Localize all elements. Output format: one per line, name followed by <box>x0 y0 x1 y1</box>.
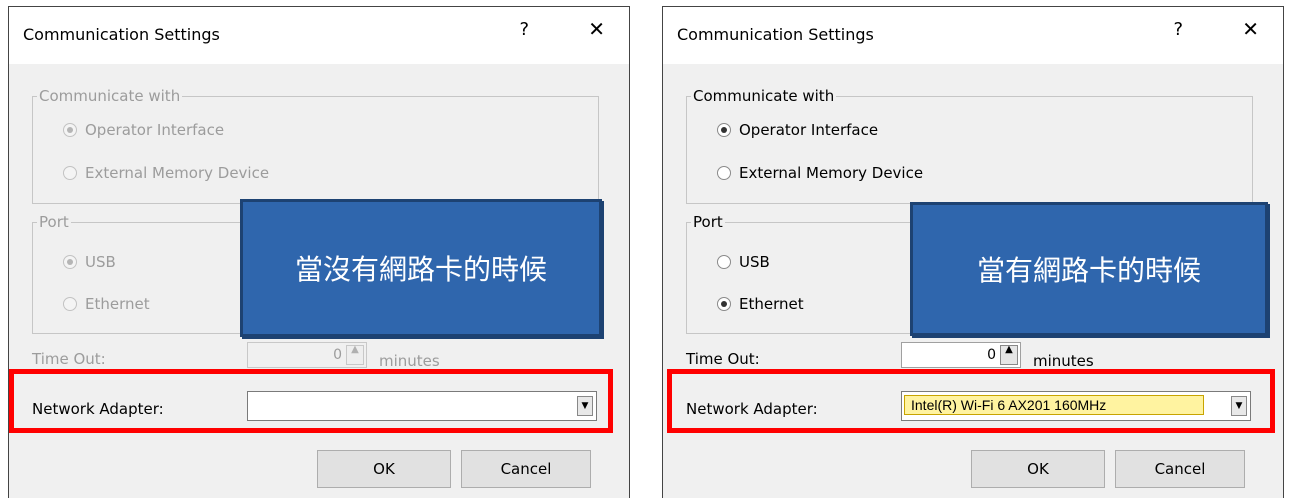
cancel-button[interactable]: Cancel <box>461 450 591 488</box>
timeout-spinner[interactable]: 0 ▲ <box>247 342 367 368</box>
timeout-spinner[interactable]: 0 ▲ <box>901 342 1021 368</box>
dialog-title: Communication Settings <box>677 25 874 44</box>
radio-usb[interactable]: USB <box>717 253 770 271</box>
radio-label: USB <box>739 253 770 271</box>
highlight-box <box>9 369 613 433</box>
cancel-button[interactable]: Cancel <box>1115 450 1245 488</box>
radio-external-memory-device[interactable]: External Memory Device <box>717 164 923 182</box>
help-icon[interactable]: ? <box>1173 19 1183 40</box>
radio-on-icon <box>63 255 77 269</box>
close-icon[interactable]: ✕ <box>1242 17 1259 41</box>
radio-label: USB <box>85 253 116 271</box>
radio-external-memory-device[interactable]: External Memory Device <box>63 164 269 182</box>
spin-up-icon[interactable]: ▲ <box>346 345 364 365</box>
communicate-with-group: Communicate with Operator Interface Exte… <box>686 87 1253 204</box>
radio-label: Ethernet <box>739 295 804 313</box>
dialog-title: Communication Settings <box>23 25 220 44</box>
ok-button[interactable]: OK <box>317 450 451 488</box>
help-icon[interactable]: ? <box>519 19 529 40</box>
timeout-value: 0 <box>333 347 342 363</box>
timeout-label: Time Out: <box>32 350 106 368</box>
callout-has-network-card: 當有網路卡的時候 <box>910 202 1268 336</box>
callout-no-network-card: 當沒有網路卡的時候 <box>240 199 602 337</box>
radio-on-icon <box>63 123 77 137</box>
radio-label: Operator Interface <box>85 121 225 139</box>
highlight-box <box>667 369 1275 433</box>
radio-label: External Memory Device <box>739 164 924 182</box>
radio-label: Operator Interface <box>739 121 879 139</box>
port-legend: Port <box>37 213 71 231</box>
radio-label: Ethernet <box>85 295 150 313</box>
title-bar: Communication Settings ? ✕ <box>663 7 1283 63</box>
radio-off-icon <box>63 297 77 311</box>
radio-on-icon <box>717 123 731 137</box>
radio-ethernet[interactable]: Ethernet <box>63 295 150 313</box>
radio-off-icon <box>717 166 731 180</box>
radio-off-icon <box>717 255 731 269</box>
timeout-label: Time Out: <box>686 350 760 368</box>
radio-off-icon <box>63 166 77 180</box>
radio-label: External Memory Device <box>85 164 270 182</box>
title-bar: Communication Settings ? ✕ <box>9 7 629 63</box>
radio-operator-interface[interactable]: Operator Interface <box>63 121 224 139</box>
minutes-label: minutes <box>379 352 440 370</box>
radio-on-icon <box>717 297 731 311</box>
radio-usb[interactable]: USB <box>63 253 116 271</box>
minutes-label: minutes <box>1033 352 1094 370</box>
spin-up-icon[interactable]: ▲ <box>1000 345 1018 365</box>
radio-ethernet[interactable]: Ethernet <box>717 295 804 313</box>
communicate-with-legend: Communicate with <box>691 87 837 105</box>
port-legend: Port <box>691 213 725 231</box>
communicate-with-legend: Communicate with <box>37 87 183 105</box>
radio-operator-interface[interactable]: Operator Interface <box>717 121 878 139</box>
communicate-with-group: Communicate with Operator Interface Exte… <box>32 87 599 204</box>
ok-button[interactable]: OK <box>971 450 1105 488</box>
timeout-value: 0 <box>987 347 996 363</box>
close-icon[interactable]: ✕ <box>588 17 605 41</box>
